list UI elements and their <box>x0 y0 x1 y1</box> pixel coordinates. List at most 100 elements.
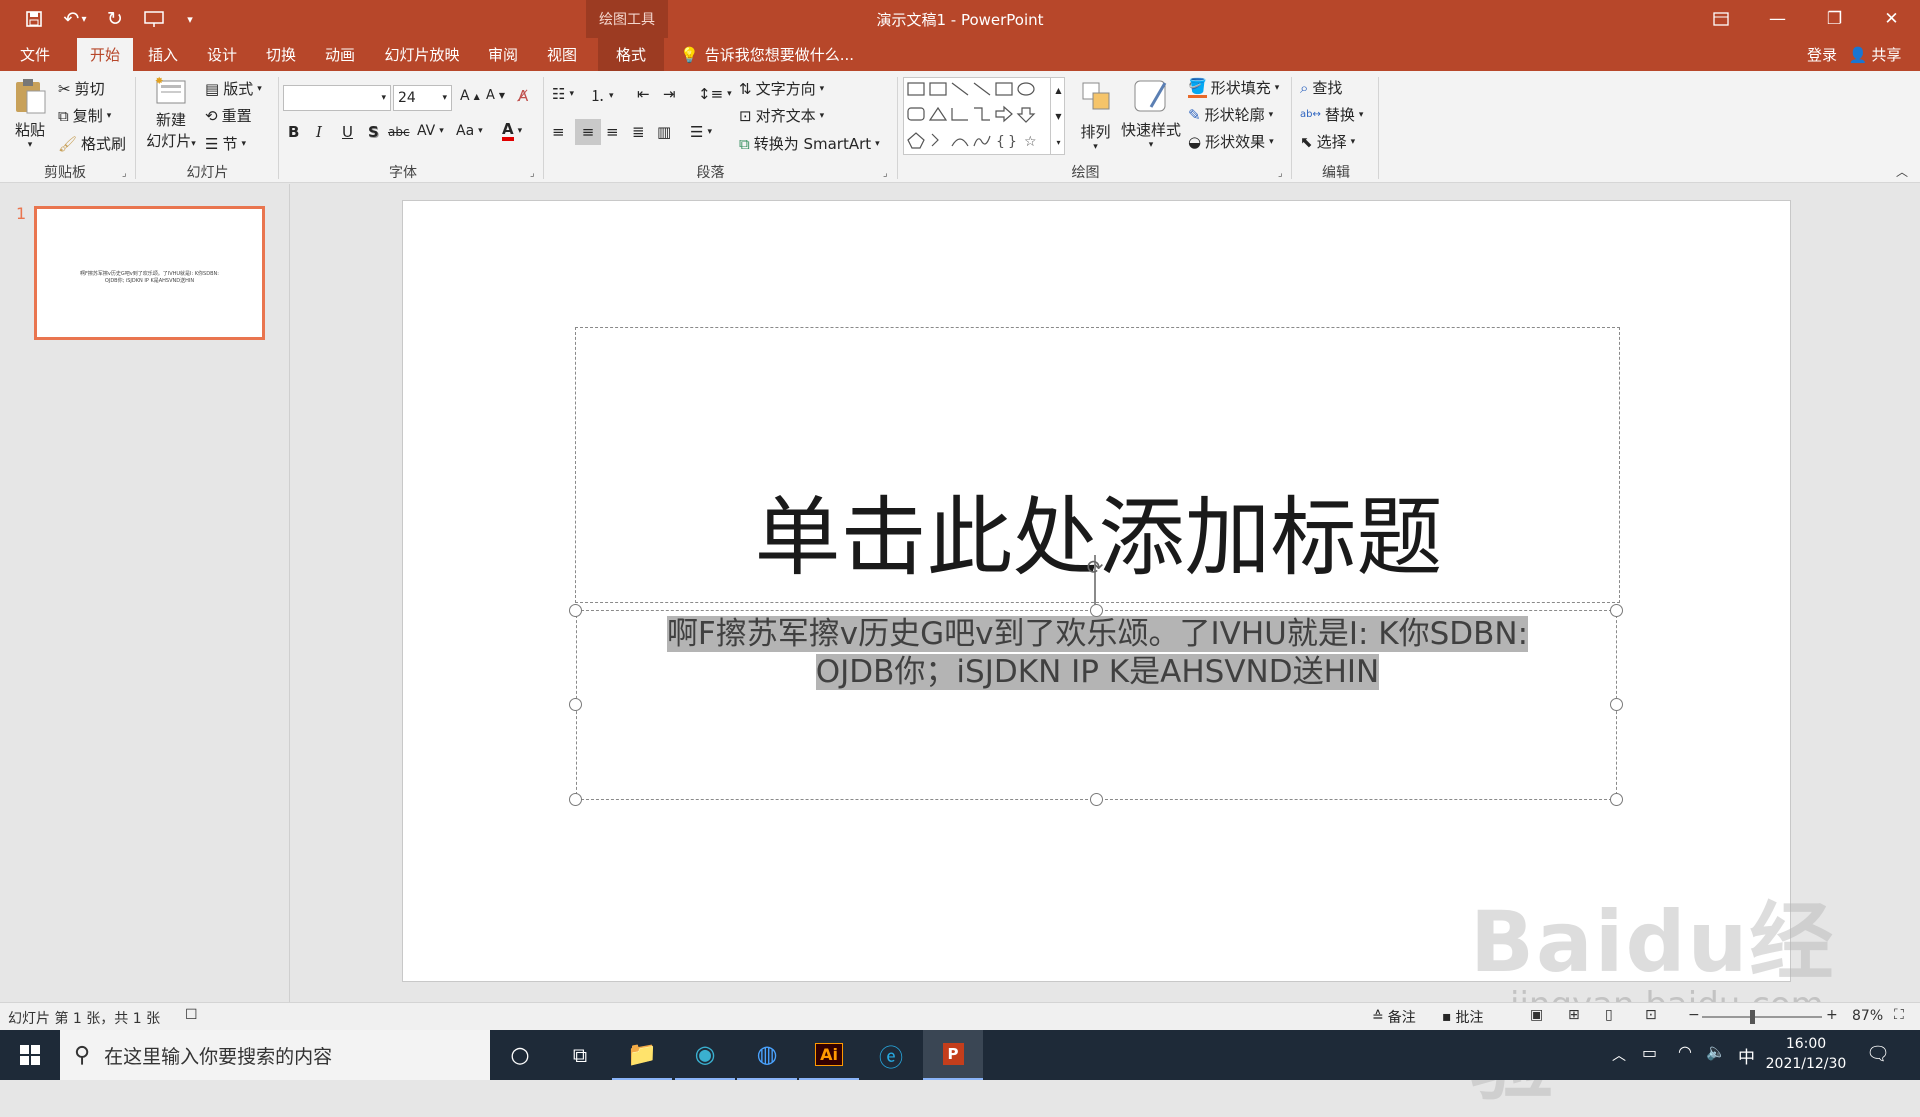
font-size-combo[interactable]: 24 ▾ <box>393 85 452 111</box>
presentation-from-start-icon[interactable] <box>140 6 168 32</box>
normal-view-icon[interactable]: ▣ <box>1530 1007 1543 1023</box>
reset-button[interactable]: ⟲ 重置 <box>205 105 252 126</box>
zoom-level[interactable]: 87% <box>1852 1008 1883 1024</box>
increase-indent-icon[interactable]: ⇥ <box>663 85 676 103</box>
grow-font-icon[interactable]: A ▲ <box>460 88 480 104</box>
shape-outline-button[interactable]: ✎ 形状轮廓 ▾ <box>1188 104 1273 125</box>
windows-start-icon[interactable] <box>0 1030 60 1080</box>
body-placeholder[interactable]: 啊F擦苏军擦v历史G吧v到了欢乐颂。了IVHU就是I: K你SDBN: OJDB… <box>576 610 1617 800</box>
strikethrough-button[interactable]: abc <box>388 125 410 139</box>
reading-view-icon[interactable]: ▯ <box>1605 1007 1613 1023</box>
underline-button[interactable]: U <box>342 123 353 141</box>
replace-button[interactable]: ab↔ 替换 ▾ <box>1300 104 1363 125</box>
shapes-gallery[interactable]: {} ☆ <box>903 77 1065 155</box>
slideshow-view-icon[interactable]: ⊡ <box>1645 1007 1657 1023</box>
browser-app-icon[interactable]: ◍ <box>737 1030 797 1080</box>
rotate-handle-icon[interactable]: ⟳ <box>1084 556 1106 578</box>
taskbar-search-box[interactable]: ⚲ 在这里输入你要搜索的内容 <box>60 1030 490 1080</box>
line-spacing-button[interactable]: ↕≡ ▾ <box>698 85 732 103</box>
notifications-icon[interactable]: 🗨 <box>1866 1042 1890 1065</box>
customize-qat-icon[interactable]: ▾ <box>176 6 204 32</box>
justify-icon[interactable]: ≣ <box>632 123 645 141</box>
select-button[interactable]: ⬉ 选择 ▾ <box>1300 131 1355 152</box>
paste-button[interactable]: 粘贴 ▾ <box>10 77 50 157</box>
ime-indicator[interactable]: 中 <box>1738 1043 1755 1068</box>
tab-insert[interactable]: 插入 <box>136 38 190 71</box>
copy-button[interactable]: ⧉ 复制 ▾ <box>58 105 111 126</box>
bullets-button[interactable]: ☷ ▾ <box>552 85 574 103</box>
cut-button[interactable]: ✂ 剪切 <box>58 78 105 99</box>
find-button[interactable]: ⌕ 查找 <box>1300 77 1342 98</box>
undo-icon[interactable]: ↶ ▾ <box>58 6 92 32</box>
gallery-scroll[interactable]: ▲ ▼ ▾ <box>1050 77 1066 155</box>
tab-review[interactable]: 审阅 <box>476 38 530 71</box>
tab-format[interactable]: 格式 <box>598 38 664 71</box>
collapse-ribbon-icon[interactable]: ︿ <box>1896 163 1908 180</box>
redo-icon[interactable]: ↻ <box>101 6 129 32</box>
tab-view[interactable]: 视图 <box>535 38 589 71</box>
file-explorer-icon[interactable]: 📁 <box>612 1030 672 1080</box>
decrease-indent-icon[interactable]: ⇤ <box>637 85 650 103</box>
zoom-slider-thumb[interactable] <box>1750 1010 1755 1024</box>
restore-icon[interactable]: ❐ <box>1806 0 1863 38</box>
tab-transitions[interactable]: 切换 <box>254 38 308 71</box>
section-button[interactable]: ☰ 节 ▾ <box>205 133 246 154</box>
bold-button[interactable]: B <box>288 123 299 141</box>
clipboard-launcher-icon[interactable]: ⌟ <box>122 168 127 179</box>
resize-handle-s[interactable] <box>1090 793 1103 806</box>
fit-slide-icon[interactable]: ⛶ <box>1894 1007 1904 1023</box>
resize-handle-e[interactable] <box>1610 698 1623 711</box>
powerpoint-taskbar-icon[interactable]: P <box>923 1030 983 1080</box>
clear-formatting-icon[interactable]: A̸ <box>518 87 528 105</box>
battery-icon[interactable]: ▭ <box>1642 1043 1657 1062</box>
slide-sorter-icon[interactable]: ⊞ <box>1568 1007 1580 1023</box>
convert-smartart-button[interactable]: ⧉ 转换为 SmartArt ▾ <box>739 133 880 154</box>
font-name-combo[interactable]: ▾ <box>283 85 391 111</box>
font-launcher-icon[interactable]: ⌟ <box>530 168 535 179</box>
illustrator-icon[interactable]: Ai <box>799 1030 859 1080</box>
layout-button[interactable]: ▤ 版式 ▾ <box>205 78 262 99</box>
comments-button[interactable]: ▪ 批注 <box>1442 1007 1484 1027</box>
resize-handle-se[interactable] <box>1610 793 1623 806</box>
zoom-out-icon[interactable]: − <box>1688 1007 1700 1023</box>
format-painter-button[interactable]: 🖌 格式刷 <box>58 133 126 154</box>
resize-handle-ne[interactable] <box>1610 604 1623 617</box>
new-slide-button[interactable]: ✸ 新建 幻灯片▾ <box>140 75 202 151</box>
clock[interactable]: 16:00 2021/12/30 <box>1764 1034 1848 1074</box>
numbering-button[interactable]: ⒈ ▾ <box>590 85 614 106</box>
align-center-icon[interactable]: ≡ <box>575 119 601 145</box>
align-right-icon[interactable]: ≡ <box>606 123 619 141</box>
quick-styles-button[interactable]: 快速样式 ▾ <box>1120 77 1182 150</box>
font-color-button[interactable]: A ▾ <box>502 121 522 141</box>
resize-handle-nw[interactable] <box>569 604 582 617</box>
cortana-icon[interactable]: ○ <box>490 1030 550 1080</box>
zoom-slider[interactable] <box>1702 1016 1822 1018</box>
task-view-icon[interactable]: ⧉ <box>550 1030 610 1080</box>
resize-handle-n[interactable] <box>1090 604 1103 617</box>
close-icon[interactable]: ✕ <box>1863 0 1920 38</box>
character-spacing-button[interactable]: AV ▾ <box>417 123 444 139</box>
tab-animations[interactable]: 动画 <box>313 38 367 71</box>
slide-thumbnail[interactable]: 啊F擦苏军擦v历史G吧v到了欢乐颂。了IVHU就是I: K你SDBN: OJDB… <box>34 206 265 340</box>
align-left-icon[interactable]: ≡ <box>552 123 565 141</box>
tab-home[interactable]: 开始 <box>77 38 133 71</box>
ribbon-display-options-icon[interactable] <box>1692 0 1749 38</box>
arrange-button[interactable]: 排列 ▾ <box>1073 79 1118 152</box>
tray-chevron-icon[interactable]: ︿ <box>1612 1045 1626 1065</box>
share-button[interactable]: 👤 共享 <box>1840 38 1910 71</box>
ie-browser-icon[interactable]: ⓔ <box>861 1030 921 1080</box>
save-icon[interactable] <box>20 6 48 32</box>
shape-fill-button[interactable]: 🪣 形状填充 ▾ <box>1188 77 1279 98</box>
notes-button[interactable]: ≙ 备注 <box>1372 1007 1416 1027</box>
shrink-font-icon[interactable]: A ▼ <box>486 88 505 103</box>
zoom-in-icon[interactable]: + <box>1826 1007 1838 1023</box>
drawing-launcher-icon[interactable]: ⌟ <box>1278 168 1283 179</box>
spellcheck-icon[interactable]: ☐ <box>185 1007 198 1023</box>
volume-icon[interactable]: 🔈 <box>1706 1042 1726 1061</box>
italic-button[interactable]: I <box>316 123 322 141</box>
align-text-button[interactable]: ⊡ 对齐文本 ▾ <box>739 105 824 126</box>
resize-handle-sw[interactable] <box>569 793 582 806</box>
change-case-button[interactable]: Aa ▾ <box>456 123 483 139</box>
distributed-icon[interactable]: ▥ <box>657 123 671 141</box>
text-direction-button[interactable]: ⇅ 文字方向 ▾ <box>739 78 824 99</box>
